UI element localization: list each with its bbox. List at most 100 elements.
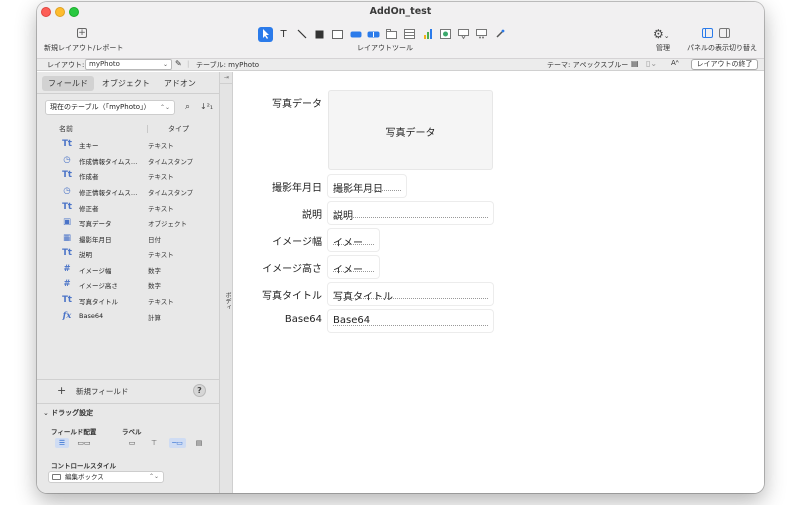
control-style-value: 編集ボックス [65,473,104,481]
control-style-select[interactable]: 編集ボックス ⌃⌄ [48,471,164,483]
footer-divider [37,403,220,404]
field-label[interactable]: Base64 [234,314,322,325]
baseline [333,298,488,299]
web-viewer-tool-icon[interactable] [438,27,453,42]
manage-label[interactable]: 管理 [656,43,670,53]
label-position-label: ラベル [122,428,142,436]
body-part-label[interactable]: ボディ [223,292,232,310]
list-item[interactable]: ◷ 作成情報タイムス… タイムスタンプ [37,153,220,168]
tab-addons[interactable]: アドオン [158,76,202,91]
exit-layout-button[interactable]: レイアウトの終了 [691,59,758,70]
layout-canvas[interactable]: 写真データ 写真データ 撮影年月日 撮影年月日 説明 説明 イメージ幅 イメー … [234,72,764,493]
list-item[interactable]: Tt 修正者 テキスト [37,200,220,215]
field-name: イメージ高さ [79,282,118,290]
tab-fields[interactable]: フィールド [42,76,94,91]
layout-bar: レイアウト: myPhoto ⌄ ✎ | テーブル: myPhoto テーマ: … [37,59,764,71]
theme-icon[interactable]: ▤ [631,59,639,68]
text-tool-icon[interactable]: T [276,27,291,42]
theme-label: テーマ: アペックスブルー [547,61,629,69]
line-tool-icon[interactable] [294,27,309,42]
column-header-type[interactable]: タイプ [168,124,189,134]
column-header-name[interactable]: 名前 [59,124,73,134]
text-field[interactable]: 説明 [328,202,493,224]
list-item[interactable]: fx Base64 計算 [37,309,220,324]
popover-tool-icon[interactable] [456,27,471,42]
field-type: 数字 [148,282,161,290]
calculation-field[interactable]: Base64 [328,310,493,332]
no-label-icon[interactable]: ▭ [125,438,139,448]
tabs-divider [37,93,220,94]
field-label[interactable]: 撮影年月日 [234,179,322,194]
timestamp-field-icon: ◷ [63,186,71,196]
pencil-icon[interactable]: ✎ [175,59,182,68]
table-select[interactable]: 現在のテーブル（「myPhoto」） ⌃⌄ [45,100,175,115]
new-field-button[interactable]: 新規フィールド [76,386,128,397]
gear-icon[interactable]: ⚙⌄ [653,27,670,41]
horizontal-layout-icon[interactable]: ▭▭ [77,438,91,448]
fields-pane: フィールド オブジェクト アドオン 現在のテーブル（「myPhoto」） ⌃⌄ … [37,72,220,493]
field-label[interactable]: イメージ幅 [234,233,322,248]
field-name: 修正情報タイムス… [79,189,138,197]
label-top-icon[interactable]: ⊤ [147,438,161,448]
field-label[interactable]: 説明 [234,206,322,221]
photo-container-field[interactable]: 写真データ [328,90,493,170]
button-tool-icon[interactable] [348,27,363,42]
field-layout-label: フィールド配置 [51,428,97,436]
field-name: 作成情報タイムス… [79,158,138,166]
text-field[interactable]: 写真タイトル [328,283,493,305]
container-field-icon: ▣ [62,217,72,227]
field-type: タイムスタンプ [148,158,194,166]
left-panel-toggle-icon[interactable] [702,28,713,38]
search-icon[interactable]: ⌕ [185,102,190,112]
slide-control-tool-icon[interactable] [474,27,489,42]
layout-label: レイアウト: [47,61,85,69]
sort-icon[interactable]: ↓²₁ [200,102,213,111]
right-panel-toggle-icon[interactable] [719,28,730,38]
list-item[interactable]: # イメージ幅 数字 [37,262,220,277]
part-handle-icon[interactable]: ⇥ [220,72,233,84]
field-type: テキスト [148,173,174,181]
layout-tools-label: レイアウトツール [357,44,413,52]
device-icon[interactable]: ▯⌄ [646,59,657,68]
field-label[interactable]: イメージ高さ [234,260,322,275]
new-layout-label[interactable]: 新規レイアウト/レポート [44,43,123,53]
list-item[interactable]: Tt 写真タイトル テキスト [37,293,220,308]
format-painter-tool-icon[interactable] [492,27,507,42]
portal-tool-icon[interactable] [402,27,417,42]
field-name: 写真データ [79,220,112,228]
pointer-tool-icon[interactable] [258,26,273,42]
button-bar-tool-icon[interactable] [366,27,381,42]
help-button[interactable]: ? [193,384,206,397]
number-field[interactable]: イメー [328,229,379,251]
layout-select[interactable]: myPhoto ⌄ [85,59,172,70]
list-item[interactable]: Tt 主キー テキスト [37,137,220,152]
tab-objects[interactable]: オブジェクト [96,76,156,91]
field-name: 主キー [79,142,99,150]
tab-control-tool-icon[interactable] [384,27,399,42]
field-label[interactable]: 写真データ [234,95,322,110]
date-field[interactable]: 撮影年月日 [328,175,406,197]
plus-icon[interactable]: + [57,384,66,397]
new-layout-icon[interactable]: + [77,28,87,38]
baseline [333,190,401,191]
vertical-layout-icon[interactable]: ☰ [55,438,69,448]
label-inside-icon[interactable]: ▤ [192,438,206,448]
drag-settings-heading[interactable]: ⌄ ドラッグ設定 [43,408,93,418]
list-item[interactable]: # イメージ高さ 数字 [37,277,220,292]
list-item[interactable]: Tt 説明 テキスト [37,246,220,261]
list-item[interactable]: ◷ 修正情報タイムス… タイムスタンプ [37,184,220,199]
baseline [333,271,374,272]
shape-tool-icon[interactable] [312,27,327,42]
font-size-icon[interactable]: Aᴬ [671,59,679,67]
label-left-icon[interactable]: ─▭ [169,438,186,448]
list-item[interactable]: ▦ 撮影年月日 日付 [37,231,220,246]
list-item[interactable]: ▣ 写真データ オブジェクト [37,215,220,230]
panel-toggle-label[interactable]: パネルの表示切り替え [687,43,757,53]
field-tool-icon[interactable] [330,27,345,42]
field-type: 数字 [148,267,161,275]
number-field-icon: # [63,279,71,289]
list-item[interactable]: Tt 作成者 テキスト [37,168,220,183]
field-label[interactable]: 写真タイトル [234,287,322,302]
chart-tool-icon[interactable] [420,27,435,42]
number-field[interactable]: イメー [328,256,379,278]
